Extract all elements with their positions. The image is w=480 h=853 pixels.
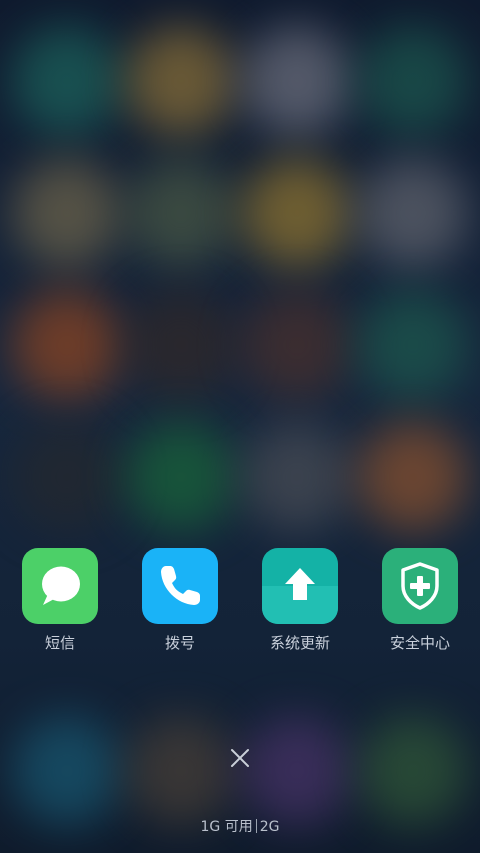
blurred-app-shape <box>242 158 352 268</box>
blurred-app-shape <box>358 422 468 532</box>
app-security-center[interactable]: 安全中心 <box>360 548 480 658</box>
shield-plus-icon <box>382 548 458 624</box>
memory-available: 1G 可用 <box>200 819 253 835</box>
blurred-app-shape <box>12 26 122 136</box>
blurred-app-shape <box>126 422 236 532</box>
app-label: 安全中心 <box>389 634 450 652</box>
phone-handset-icon <box>142 548 218 624</box>
blurred-app-shape <box>358 716 468 826</box>
app-label: 短信 <box>44 634 75 652</box>
app-system-update[interactable]: 系统更新 <box>240 548 360 658</box>
blurred-app-shape <box>12 158 122 268</box>
blurred-app-shape <box>242 26 352 136</box>
blurred-app-shape <box>242 422 352 532</box>
upload-arrow-icon <box>262 548 338 624</box>
blurred-app-shape <box>126 26 236 136</box>
blurred-background <box>0 0 480 853</box>
close-all-button[interactable] <box>220 738 260 778</box>
blurred-app-shape <box>358 26 468 136</box>
app-dock: 短信 拨号 系统更新 安全中心 <box>0 548 480 658</box>
blurred-app-shape <box>126 290 236 400</box>
message-bubble-icon <box>22 548 98 624</box>
app-label: 系统更新 <box>269 634 330 652</box>
close-icon <box>231 749 249 767</box>
blurred-app-shape <box>242 290 352 400</box>
app-label: 拨号 <box>164 634 195 652</box>
blurred-app-shape <box>358 158 468 268</box>
memory-total: 2G <box>259 819 280 835</box>
memory-status: 1G 可用 2G <box>0 816 480 836</box>
blurred-app-shape <box>12 422 122 532</box>
app-messages[interactable]: 短信 <box>0 548 120 658</box>
memory-divider <box>255 819 257 833</box>
blurred-app-shape <box>12 716 122 826</box>
blurred-app-shape <box>358 290 468 400</box>
blurred-app-shape <box>126 158 236 268</box>
blurred-app-shape <box>12 290 122 400</box>
app-dialer[interactable]: 拨号 <box>120 548 240 658</box>
